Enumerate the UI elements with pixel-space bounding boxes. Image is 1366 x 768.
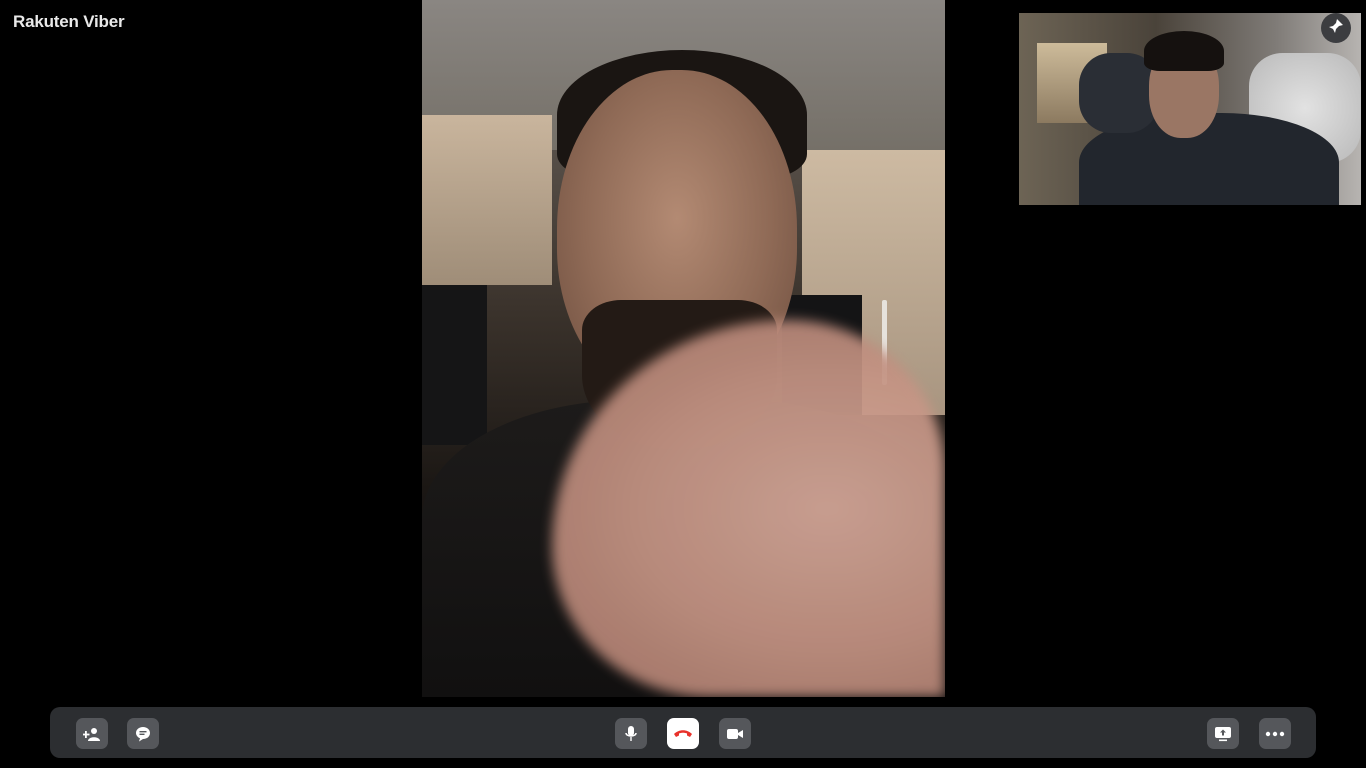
pin-icon [1328,18,1344,39]
video-camera-icon [726,727,744,741]
chat-button[interactable] [127,718,159,749]
screen-share-icon [1214,726,1232,742]
toggle-video-button[interactable] [719,718,751,749]
add-participants-icon [83,726,101,742]
screen-share-button[interactable] [1207,718,1239,749]
mute-microphone-button[interactable] [615,718,647,749]
chat-icon [135,726,151,742]
viber-logo: Rakuten Viber [13,12,125,32]
microphone-icon [624,725,638,743]
end-call-icon [673,728,693,740]
pin-self-view-button[interactable] [1321,13,1351,43]
call-window: Rakuten Viber [0,0,1366,768]
more-options-button[interactable] [1259,718,1291,749]
end-call-button[interactable] [667,718,699,749]
more-options-icon [1265,731,1285,737]
add-participants-button[interactable] [76,718,108,749]
remote-video[interactable] [422,0,945,697]
self-view-video[interactable] [1019,13,1361,205]
call-control-bar [50,707,1316,758]
logo-text: Rakuten Viber [13,12,125,31]
